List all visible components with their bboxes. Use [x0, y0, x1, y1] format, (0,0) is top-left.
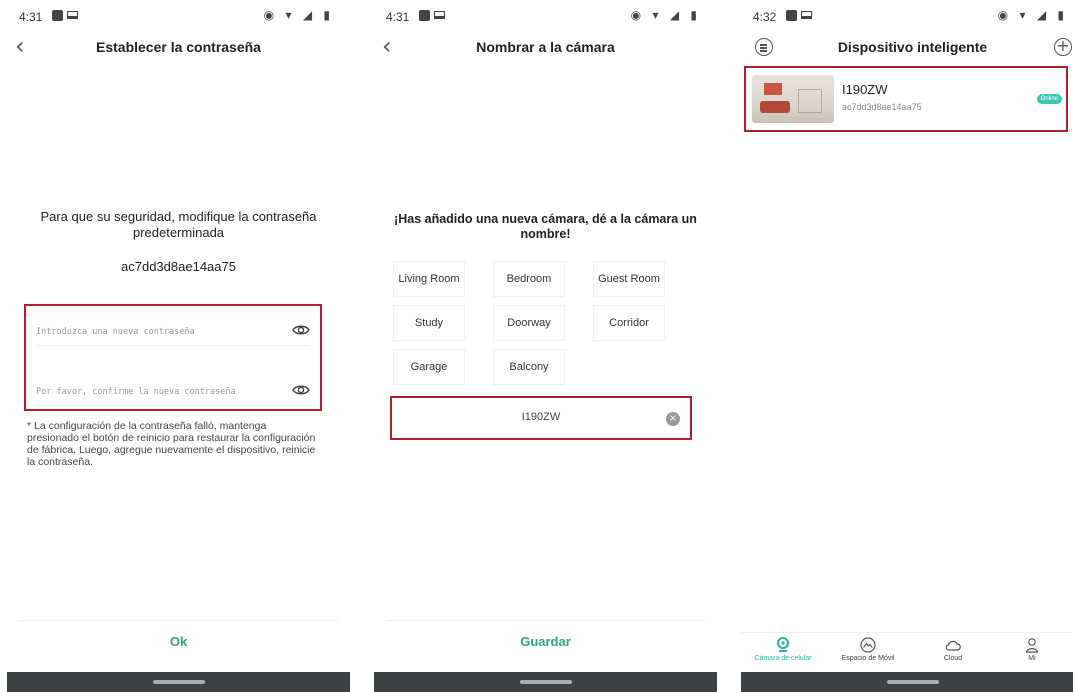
home-pill[interactable]: [886, 680, 939, 684]
add-device-icon[interactable]: +: [1054, 38, 1072, 56]
save-button[interactable]: Guardar: [386, 620, 705, 662]
thumbnail-art: [764, 83, 782, 95]
device-thumbnail: [752, 75, 834, 123]
camera-name-value: I190ZW: [521, 411, 561, 423]
tab-camera[interactable]: Cámara de celular: [743, 637, 823, 662]
cast-icon: [434, 11, 445, 19]
room-option[interactable]: Study: [394, 306, 464, 340]
room-option[interactable]: Balcony: [494, 350, 564, 384]
page-title: Dispositivo inteligente: [837, 39, 988, 55]
new-password-field[interactable]: Introduzca una nueva contraseña: [36, 316, 310, 346]
photo-icon: [860, 637, 876, 653]
cast-icon: [801, 11, 812, 19]
device-card[interactable]: I190ZW ac7dd3d8ae14aa75 Online: [744, 66, 1068, 132]
security-message: Para que su seguridad, modifique la cont…: [40, 209, 317, 240]
cast-icon: [67, 11, 78, 19]
device-id: ac7dd3d8ae14aa75: [842, 102, 922, 112]
confirm-password-placeholder: Por favor, confirme la nueva contraseña: [36, 387, 236, 397]
system-nav-bar: [741, 672, 1073, 692]
page-title: Nombrar a la cámara: [476, 39, 615, 55]
status-time: 4:32: [753, 10, 777, 24]
tab-mobile-space[interactable]: Espacio de Móvil: [828, 637, 908, 662]
system-nav-bar: [374, 672, 717, 692]
home-pill[interactable]: [519, 680, 572, 684]
clear-icon[interactable]: ×: [666, 412, 680, 426]
tab-label: Espacio de Móvil: [841, 655, 895, 662]
confirm-password-field[interactable]: Por favor, confirme la nueva contraseña: [36, 376, 310, 406]
camera-name-input[interactable]: I190ZW ×: [390, 396, 692, 440]
notification-icon: [786, 10, 797, 21]
ok-button[interactable]: Ok: [19, 620, 338, 662]
password-fields-group: Introduzca una nueva contraseña Por favo…: [24, 304, 322, 411]
status-bar: 4:31 ◉ ▾ ◢ ▮: [7, 0, 350, 32]
room-option[interactable]: Corridor: [594, 306, 664, 340]
status-time: 4:31: [19, 10, 43, 24]
thumbnail-shelf: [798, 89, 822, 113]
device-name: I190ZW: [842, 82, 888, 97]
page-title: Establecer la contraseña: [96, 39, 261, 55]
tab-me[interactable]: Mi: [992, 637, 1072, 662]
top-navbar: Dispositivo inteligente: [741, 32, 1073, 64]
phone-screen-name-camera: 4:31 ◉ ▾ ◢ ▮ ‹ Nombrar a la cámara ¡Has …: [374, 0, 717, 692]
camera-icon: [777, 637, 789, 652]
status-icons: ◉ ▾ ◢ ▮: [997, 8, 1068, 22]
cloud-icon: [945, 640, 961, 651]
status-bar: 4:32 ◉ ▾ ◢ ▮: [741, 0, 1073, 32]
home-pill[interactable]: [152, 680, 205, 684]
status-badge: Online: [1036, 94, 1062, 104]
status-icons: ◉ ▾ ◢ ▮: [263, 8, 334, 22]
phone-screen-set-password: 4:31 ◉ ▾ ◢ ▮ ‹ Establecer la contraseña …: [7, 0, 350, 692]
name-camera-message: ¡Has añadido una nueva cámara, dé a la c…: [394, 212, 697, 241]
room-option[interactable]: Living Room: [394, 262, 464, 296]
status-time: 4:31: [386, 10, 410, 24]
top-navbar: ‹ Nombrar a la cámara: [374, 32, 717, 64]
eye-icon[interactable]: [292, 382, 310, 398]
room-option[interactable]: Guest Room: [594, 262, 664, 296]
status-bar: 4:31 ◉ ▾ ◢ ▮: [374, 0, 717, 32]
reset-note: * La configuración de la contraseña fall…: [27, 420, 316, 468]
tab-label: Mi: [1028, 655, 1036, 662]
status-icons: ◉ ▾ ◢ ▮: [630, 8, 701, 22]
tab-label: Cámara de celular: [754, 655, 812, 662]
top-navbar: ‹ Establecer la contraseña: [7, 32, 350, 64]
phone-screen-device-list: 4:32 ◉ ▾ ◢ ▮ Dispositivo inteligente + I…: [741, 0, 1073, 692]
eye-icon[interactable]: [292, 322, 310, 338]
room-option[interactable]: Doorway: [494, 306, 564, 340]
thumbnail-sofa: [760, 101, 790, 113]
device-id: ac7dd3d8ae14aa75: [121, 259, 236, 274]
bottom-tab-bar: Cámara de celular Espacio de Móvil Cloud…: [741, 632, 1073, 672]
person-icon: [1025, 638, 1039, 653]
notification-icon: [52, 10, 63, 21]
notification-icon: [419, 10, 430, 21]
tab-cloud[interactable]: Cloud: [913, 637, 993, 662]
room-option[interactable]: Garage: [394, 350, 464, 384]
system-nav-bar: [7, 672, 350, 692]
new-password-placeholder: Introduzca una nueva contraseña: [36, 327, 195, 337]
tab-label: Cloud: [943, 655, 963, 662]
room-option[interactable]: Bedroom: [494, 262, 564, 296]
